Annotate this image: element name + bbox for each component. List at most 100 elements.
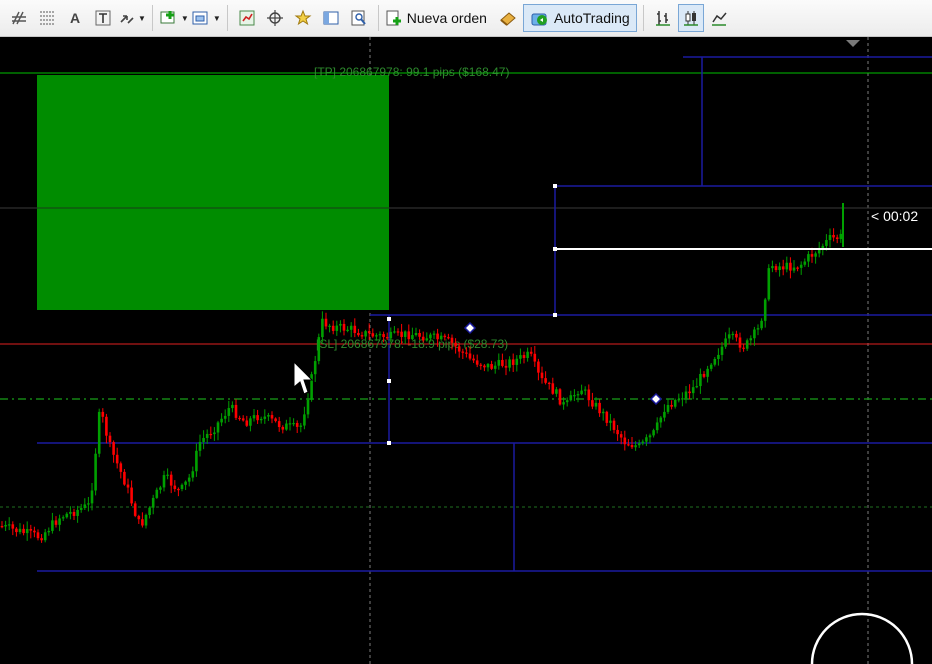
line-chart-icon[interactable] bbox=[706, 4, 732, 32]
candle-body bbox=[486, 364, 490, 368]
candle-body bbox=[421, 336, 425, 341]
candle-body bbox=[148, 507, 151, 515]
bar-chart-icon[interactable] bbox=[650, 4, 676, 32]
candle-body bbox=[601, 411, 605, 414]
text-label-icon[interactable] bbox=[90, 4, 116, 32]
market-watch-icon[interactable] bbox=[234, 4, 260, 32]
toolbar-separator bbox=[151, 5, 153, 31]
chevron-down-icon[interactable]: ▼ bbox=[138, 14, 146, 23]
candle-body bbox=[558, 389, 562, 405]
toolbar-separator bbox=[642, 5, 644, 31]
bar-countdown: < 00:02 bbox=[871, 208, 918, 224]
candle-body bbox=[745, 340, 749, 349]
candle-body bbox=[227, 408, 231, 416]
candle-body bbox=[97, 411, 101, 454]
oneclick-icon[interactable] bbox=[495, 4, 521, 32]
candle-body bbox=[756, 328, 760, 330]
period-separators-icon[interactable] bbox=[6, 4, 32, 32]
candle-body bbox=[349, 325, 353, 330]
candle-body bbox=[648, 435, 652, 438]
candle-body bbox=[738, 337, 742, 348]
navigator-icon[interactable] bbox=[318, 4, 344, 32]
candle-body bbox=[457, 346, 461, 352]
price-chart[interactable]: [TP] 206867978: 99.1 pips ($168.47) [SL]… bbox=[0, 37, 932, 664]
candle-body bbox=[274, 418, 277, 422]
candle-body bbox=[76, 509, 79, 516]
candle-body bbox=[828, 234, 832, 241]
favorites-icon[interactable] bbox=[290, 4, 316, 32]
candle-body bbox=[573, 395, 576, 397]
candle-body bbox=[249, 418, 252, 426]
candle-body bbox=[0, 526, 4, 528]
chevron-down-icon[interactable]: ▼ bbox=[181, 14, 189, 23]
candle-body bbox=[367, 331, 371, 334]
candle-body bbox=[25, 528, 29, 534]
target-zone[interactable] bbox=[37, 75, 389, 310]
candle-body bbox=[324, 318, 328, 327]
grid-icon[interactable] bbox=[34, 4, 60, 32]
candle-body bbox=[407, 331, 411, 340]
candle-body bbox=[508, 359, 511, 368]
chevron-down-icon[interactable]: ▼ bbox=[213, 14, 221, 23]
candle-body bbox=[454, 342, 457, 347]
candle-body bbox=[742, 347, 745, 349]
new-chart-icon[interactable]: ▼ bbox=[159, 4, 189, 32]
candle-body bbox=[792, 267, 796, 271]
candle-body bbox=[29, 528, 33, 531]
candle-body bbox=[609, 420, 612, 423]
candle-body bbox=[515, 358, 519, 365]
candle-body bbox=[432, 333, 436, 335]
candle-body bbox=[666, 405, 670, 412]
autotrading-button[interactable]: AutoTrading bbox=[522, 4, 637, 32]
diamond-marker[interactable] bbox=[649, 392, 663, 406]
diamond-marker[interactable] bbox=[463, 321, 477, 335]
candle-body bbox=[781, 266, 785, 270]
candle-body bbox=[443, 335, 447, 338]
text-tool-icon[interactable]: A bbox=[62, 4, 88, 32]
candle-body bbox=[353, 325, 357, 333]
candle-body bbox=[79, 508, 83, 510]
candle-body bbox=[162, 475, 166, 488]
candle-body bbox=[450, 337, 454, 343]
candle-body bbox=[630, 444, 634, 448]
chart-shift-marker[interactable] bbox=[846, 40, 860, 47]
templates-icon[interactable]: ▼ bbox=[191, 4, 221, 32]
candle-body bbox=[677, 399, 681, 401]
candle-body bbox=[526, 351, 529, 359]
candle-body bbox=[130, 487, 133, 504]
candle-body bbox=[832, 234, 835, 238]
candle-body bbox=[105, 416, 108, 436]
candle-body bbox=[331, 325, 335, 331]
candle-body bbox=[54, 520, 58, 525]
candle-body bbox=[144, 514, 148, 526]
candle-body bbox=[501, 359, 504, 366]
candle-body bbox=[119, 463, 123, 472]
candle-body bbox=[187, 477, 191, 482]
candle-body bbox=[684, 391, 688, 399]
candle-body bbox=[94, 453, 97, 491]
candle-body bbox=[61, 517, 65, 519]
candle-body bbox=[771, 266, 774, 269]
candle-body bbox=[673, 400, 677, 407]
strategy-tester-icon[interactable] bbox=[346, 4, 372, 32]
candle-body bbox=[749, 338, 753, 341]
new-order-button[interactable]: Nueva orden bbox=[385, 4, 487, 32]
candle-body bbox=[47, 530, 51, 533]
candle-body bbox=[461, 351, 465, 353]
toolbar-separator bbox=[226, 5, 228, 31]
candle-body bbox=[403, 331, 407, 337]
candle-body bbox=[551, 383, 555, 394]
candle-body bbox=[317, 337, 321, 362]
candle-body bbox=[569, 395, 573, 401]
crosshair-icon[interactable] bbox=[262, 4, 288, 32]
candle-body bbox=[753, 329, 756, 339]
candle-body bbox=[43, 532, 47, 541]
candle-body bbox=[652, 430, 655, 436]
candle-body bbox=[803, 261, 807, 265]
candle-body bbox=[371, 333, 375, 337]
candle-body bbox=[339, 323, 342, 326]
candle-body bbox=[479, 364, 483, 366]
candle-body bbox=[627, 444, 630, 446]
arrows-icon[interactable]: ▼ bbox=[118, 4, 146, 32]
candlestick-icon[interactable] bbox=[677, 4, 704, 32]
